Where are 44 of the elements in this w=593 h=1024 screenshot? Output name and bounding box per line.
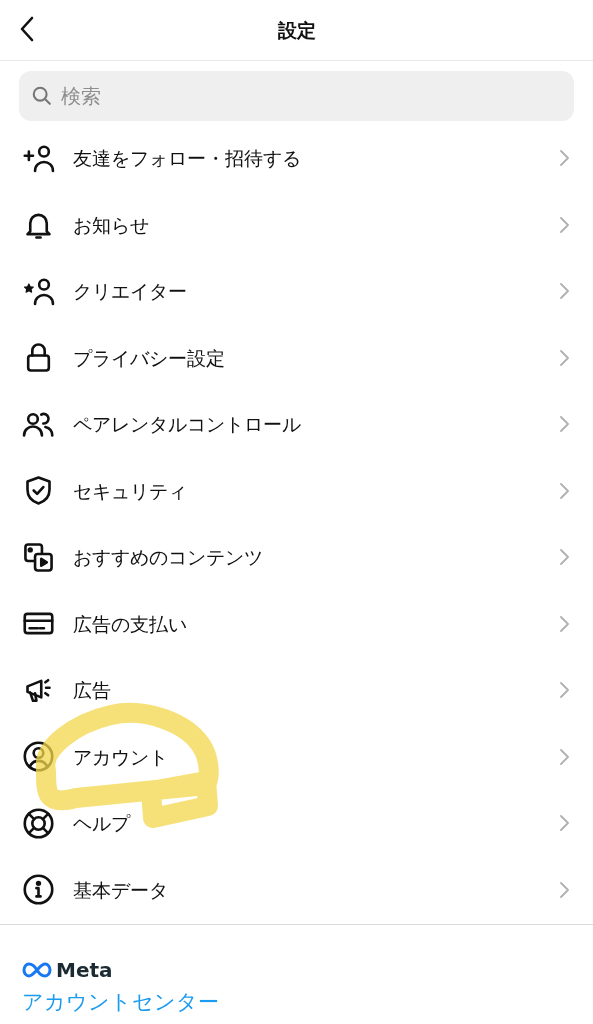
item-label: 友達をフォロー・招待する [73, 146, 302, 171]
brand-name: Meta [56, 957, 113, 984]
settings-item[interactable]: クリエイター [0, 258, 593, 325]
infinity-logo-icon [22, 962, 52, 978]
settings-item[interactable]: ペアレンタルコントロール [0, 391, 593, 458]
settings-item[interactable]: ヘルプ [0, 790, 593, 857]
item-label: アカウント [73, 744, 169, 770]
chevron-right-icon [559, 880, 569, 899]
chevron-right-icon [559, 614, 569, 633]
chevron-right-icon [559, 282, 569, 301]
chevron-right-icon [559, 681, 569, 700]
item-label: お知らせ [73, 212, 150, 238]
settings-item[interactable]: お知らせ [0, 191, 593, 258]
chevron-right-icon [559, 149, 569, 168]
chevron-right-icon [559, 215, 569, 234]
item-label: プライバシー設定 [73, 345, 226, 371]
settings-item[interactable]: セキュリティ [0, 457, 593, 524]
item-label: 基本データ [73, 877, 169, 903]
chevron-right-icon [559, 814, 569, 833]
item-label: 広告 [73, 678, 112, 703]
settings-item[interactable]: 基本データ [0, 856, 593, 923]
item-label: 広告の支払い [73, 611, 188, 637]
search-field[interactable]: 検索 [19, 71, 574, 121]
info-icon [22, 873, 55, 907]
settings-item[interactable]: アカウント [0, 723, 593, 790]
photo-video-icon [22, 540, 55, 574]
chevron-right-icon [559, 481, 569, 500]
settings-item[interactable]: おすすめのコンテンツ [0, 524, 593, 591]
search-icon [31, 85, 53, 107]
chevron-right-icon [559, 548, 569, 567]
item-label: ヘルプ [73, 811, 132, 836]
settings-item[interactable]: 広告の支払い [0, 590, 593, 657]
item-label: クリエイター [73, 279, 188, 304]
lifebuoy-icon [22, 806, 55, 840]
settings-item[interactable]: 友達をフォロー・招待する [0, 125, 593, 192]
chevron-right-icon [559, 348, 569, 367]
chevron-right-icon [559, 747, 569, 766]
item-label: おすすめのコンテンツ [73, 545, 264, 570]
chevron-right-icon [559, 415, 569, 434]
settings-item[interactable]: プライバシー設定 [0, 324, 593, 391]
item-label: セキュリティ [73, 478, 188, 504]
settings-item[interactable]: 広告 [0, 657, 593, 724]
item-label: ペアレンタルコントロール [73, 412, 302, 437]
page-title: 設定 [277, 17, 316, 43]
